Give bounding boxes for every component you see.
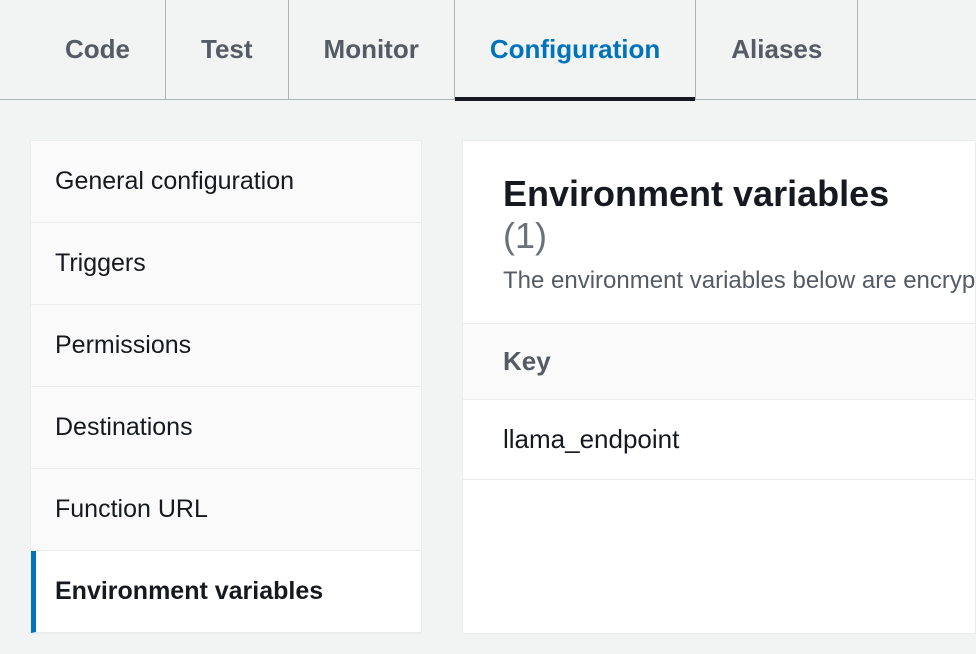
environment-variables-panel: Environment variables (1) The environmen…: [462, 140, 976, 634]
configuration-sidebar: General configuration Triggers Permissio…: [30, 140, 422, 634]
content-area: General configuration Triggers Permissio…: [0, 100, 976, 634]
table-header-key: Key: [463, 323, 975, 400]
sidebar-item-permissions[interactable]: Permissions: [31, 305, 421, 387]
sidebar-item-general-configuration[interactable]: General configuration: [31, 141, 421, 223]
panel-subtitle: The environment variables below are encr…: [503, 267, 935, 295]
sidebar-item-triggers[interactable]: Triggers: [31, 223, 421, 305]
tab-monitor[interactable]: Monitor: [289, 0, 455, 100]
tab-test[interactable]: Test: [166, 0, 289, 100]
panel-header: Environment variables (1) The environmen…: [463, 141, 975, 323]
tab-configuration[interactable]: Configuration: [455, 0, 696, 100]
sidebar-item-environment-variables[interactable]: Environment variables: [31, 551, 421, 633]
tab-aliases[interactable]: Aliases: [696, 0, 858, 100]
sidebar-item-destinations[interactable]: Destinations: [31, 387, 421, 469]
sidebar-item-function-url[interactable]: Function URL: [31, 469, 421, 551]
table-row: llama_endpoint: [463, 400, 975, 480]
tab-code[interactable]: Code: [30, 0, 166, 100]
panel-title: Environment variables: [503, 173, 889, 214]
panel-count: (1): [503, 215, 547, 256]
tabs-container: Code Test Monitor Configuration Aliases: [0, 0, 976, 100]
